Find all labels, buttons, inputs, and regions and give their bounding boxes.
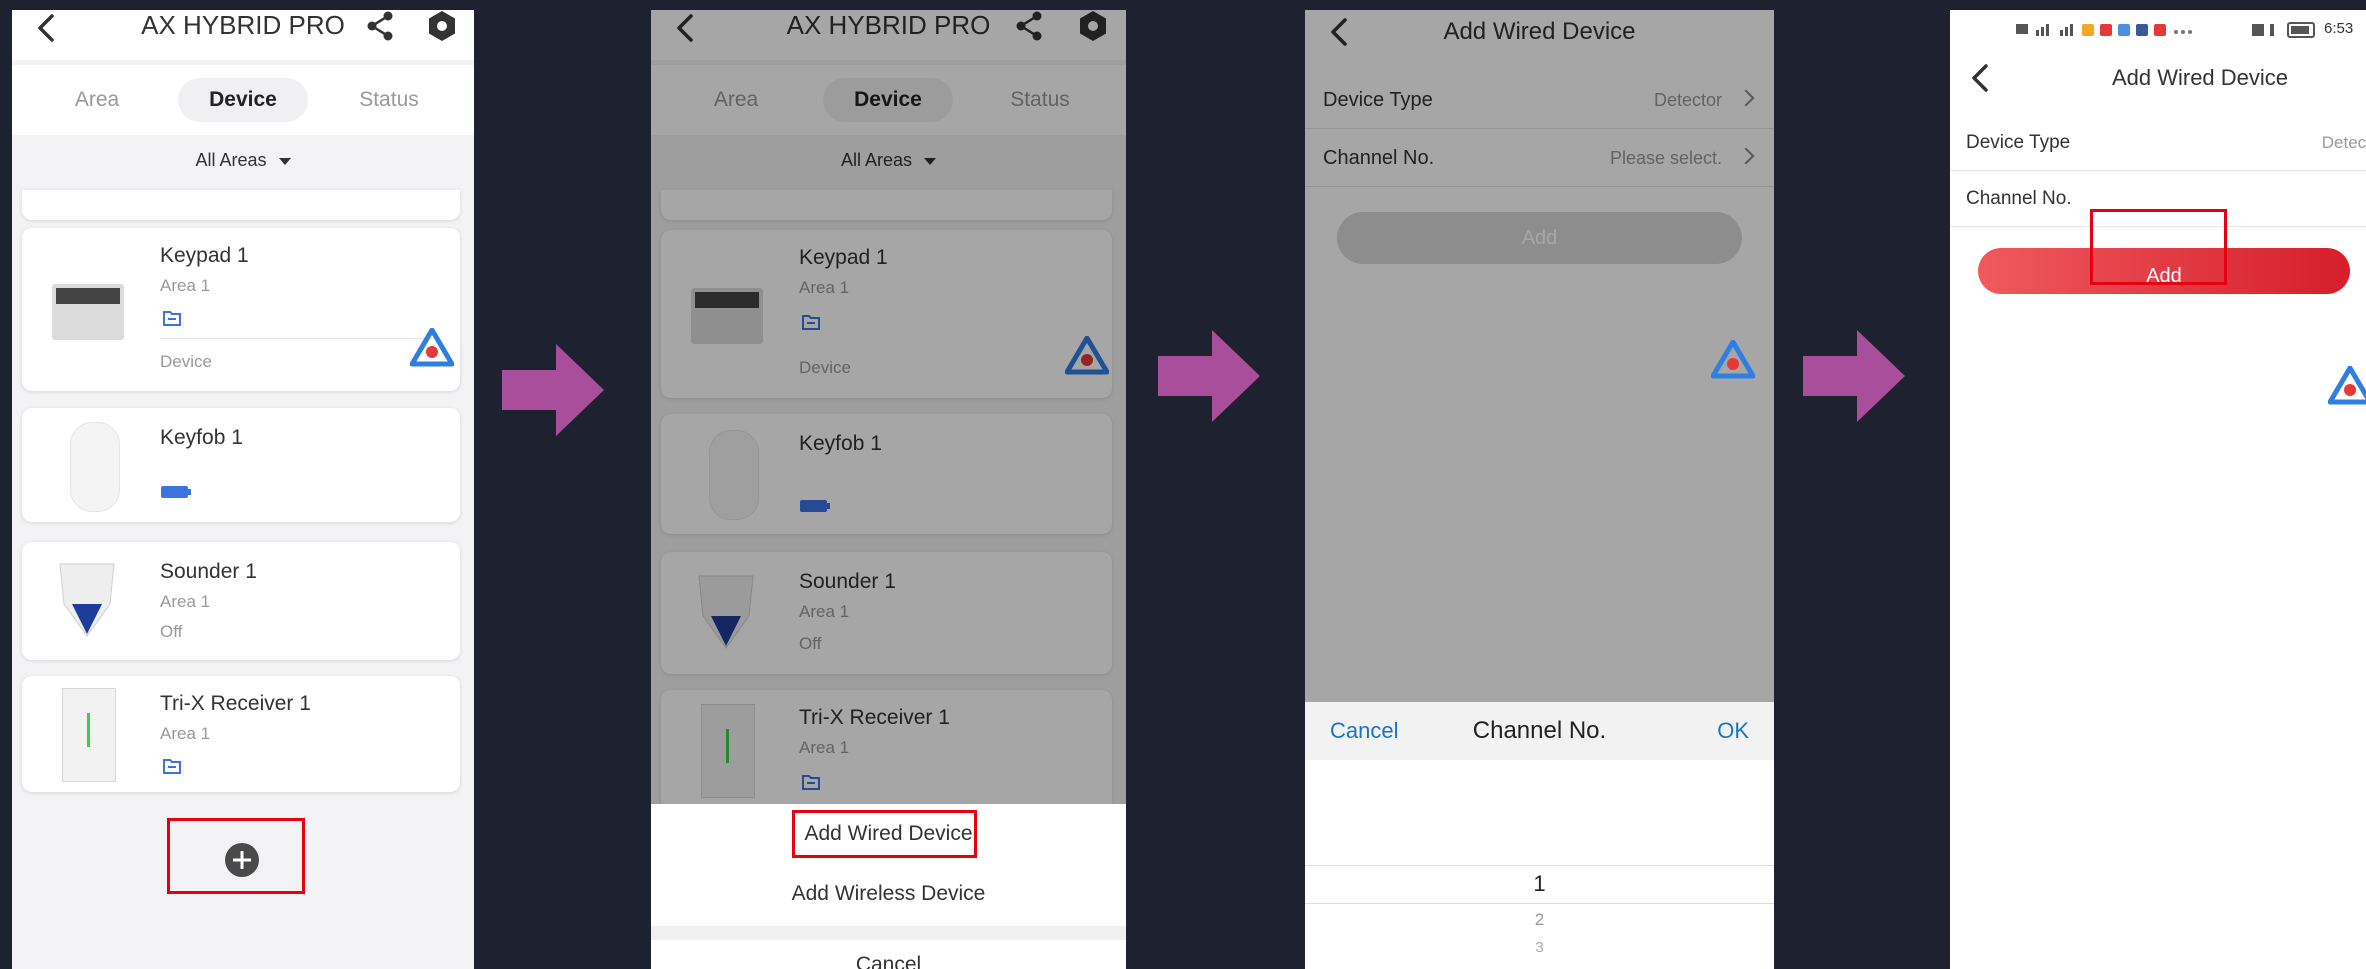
picker-title: Channel No. (1472, 717, 1607, 744)
dim-overlay[interactable] (1305, 10, 1774, 719)
picker-sheet: Cancel Channel No. OK 1 2 3 (1305, 702, 1774, 969)
share-icon[interactable] (362, 10, 398, 44)
device-card-keyfob[interactable]: Keyfob 1 (22, 408, 460, 522)
device-card-keypad[interactable]: Keypad 1 Area 1 Device (22, 228, 460, 391)
sounder-thumbnail (59, 563, 115, 637)
screen-add-wired-ready: 6:53 Add Wired Device Device Type Detect… (1950, 10, 2366, 969)
screen-add-menu: AX HYBRID PRO Area Device Status All Are… (651, 10, 1126, 969)
channel-label: Channel No. (1966, 188, 2072, 209)
battery-status-icon (2252, 22, 2315, 38)
arrow-right-icon (1803, 330, 1905, 422)
add-wireless-device-option[interactable]: Add Wireless Device (651, 864, 1126, 924)
caret-down-icon (278, 157, 291, 165)
device-type-value: Detector (2321, 133, 2366, 152)
device-extra: Device (160, 352, 212, 371)
device-name: Keypad 1 (160, 244, 249, 267)
floating-assistant-icon[interactable] (2328, 366, 2366, 406)
receiver-thumbnail (62, 688, 116, 782)
settings-icon[interactable] (424, 10, 460, 44)
area-filter-dropdown[interactable]: All Areas (12, 150, 474, 171)
device-type-label: Device Type (1966, 132, 2071, 153)
device-status: Off (160, 622, 183, 641)
sheet-cancel-button[interactable]: Cancel (651, 950, 1126, 969)
picker-ok-button[interactable]: OK (1717, 702, 1749, 760)
status-bar: 6:53 (1950, 10, 2366, 46)
tab-device[interactable]: Device (178, 78, 308, 122)
area-filter-label: All Areas (195, 150, 267, 170)
app-header: Add Wired Device (1950, 56, 2366, 100)
floating-assistant-icon[interactable] (1711, 340, 1755, 380)
highlight-box (167, 818, 305, 894)
area-tag-icon (163, 311, 181, 326)
device-type-row[interactable]: Device Type Detector (1950, 116, 2366, 171)
picker-option[interactable]: 1 (1305, 866, 1774, 902)
floating-assistant-icon[interactable] (410, 328, 454, 368)
keyfob-thumbnail (70, 422, 120, 512)
arrow-right-icon (1158, 330, 1260, 422)
area-tag-icon (163, 759, 181, 774)
keypad-thumbnail (52, 284, 124, 340)
device-card-sounder[interactable]: Sounder 1 Area 1 Off (22, 542, 460, 660)
picker-header: Cancel Channel No. OK (1305, 702, 1774, 760)
screen-device-list: AX HYBRID PRO Area Device Status All Are… (12, 10, 474, 969)
device-name: Sounder 1 (160, 560, 257, 583)
tab-status[interactable]: Status (324, 78, 454, 122)
picker-option[interactable]: 2 (1305, 906, 1774, 934)
device-area: Area 1 (160, 592, 211, 611)
signal-icon (2016, 24, 2192, 36)
app-header: AX HYBRID PRO (12, 10, 474, 60)
tab-bar: Area Device Status (12, 65, 474, 135)
page-title: Add Wired Device (2111, 65, 2289, 90)
device-name: Tri-X Receiver 1 (160, 692, 311, 715)
status-time: 6:53 (2324, 20, 2354, 37)
device-name: Keyfob 1 (160, 426, 243, 449)
screen-add-wired-picker: Add Wired Device Device Type Detector Ch… (1305, 10, 1774, 969)
tab-area[interactable]: Area (32, 78, 162, 122)
page-title: AX HYBRID PRO (141, 10, 345, 40)
highlight-box (2090, 209, 2227, 285)
highlight-box (792, 810, 977, 858)
picker-option[interactable]: 3 (1305, 936, 1774, 960)
device-card-partial (22, 190, 460, 220)
arrow-right-icon (502, 344, 604, 436)
device-area: Area 1 (160, 724, 211, 743)
device-card-receiver[interactable]: Tri-X Receiver 1 Area 1 (22, 676, 460, 792)
device-area: Area 1 (160, 276, 211, 295)
battery-icon (161, 486, 191, 498)
